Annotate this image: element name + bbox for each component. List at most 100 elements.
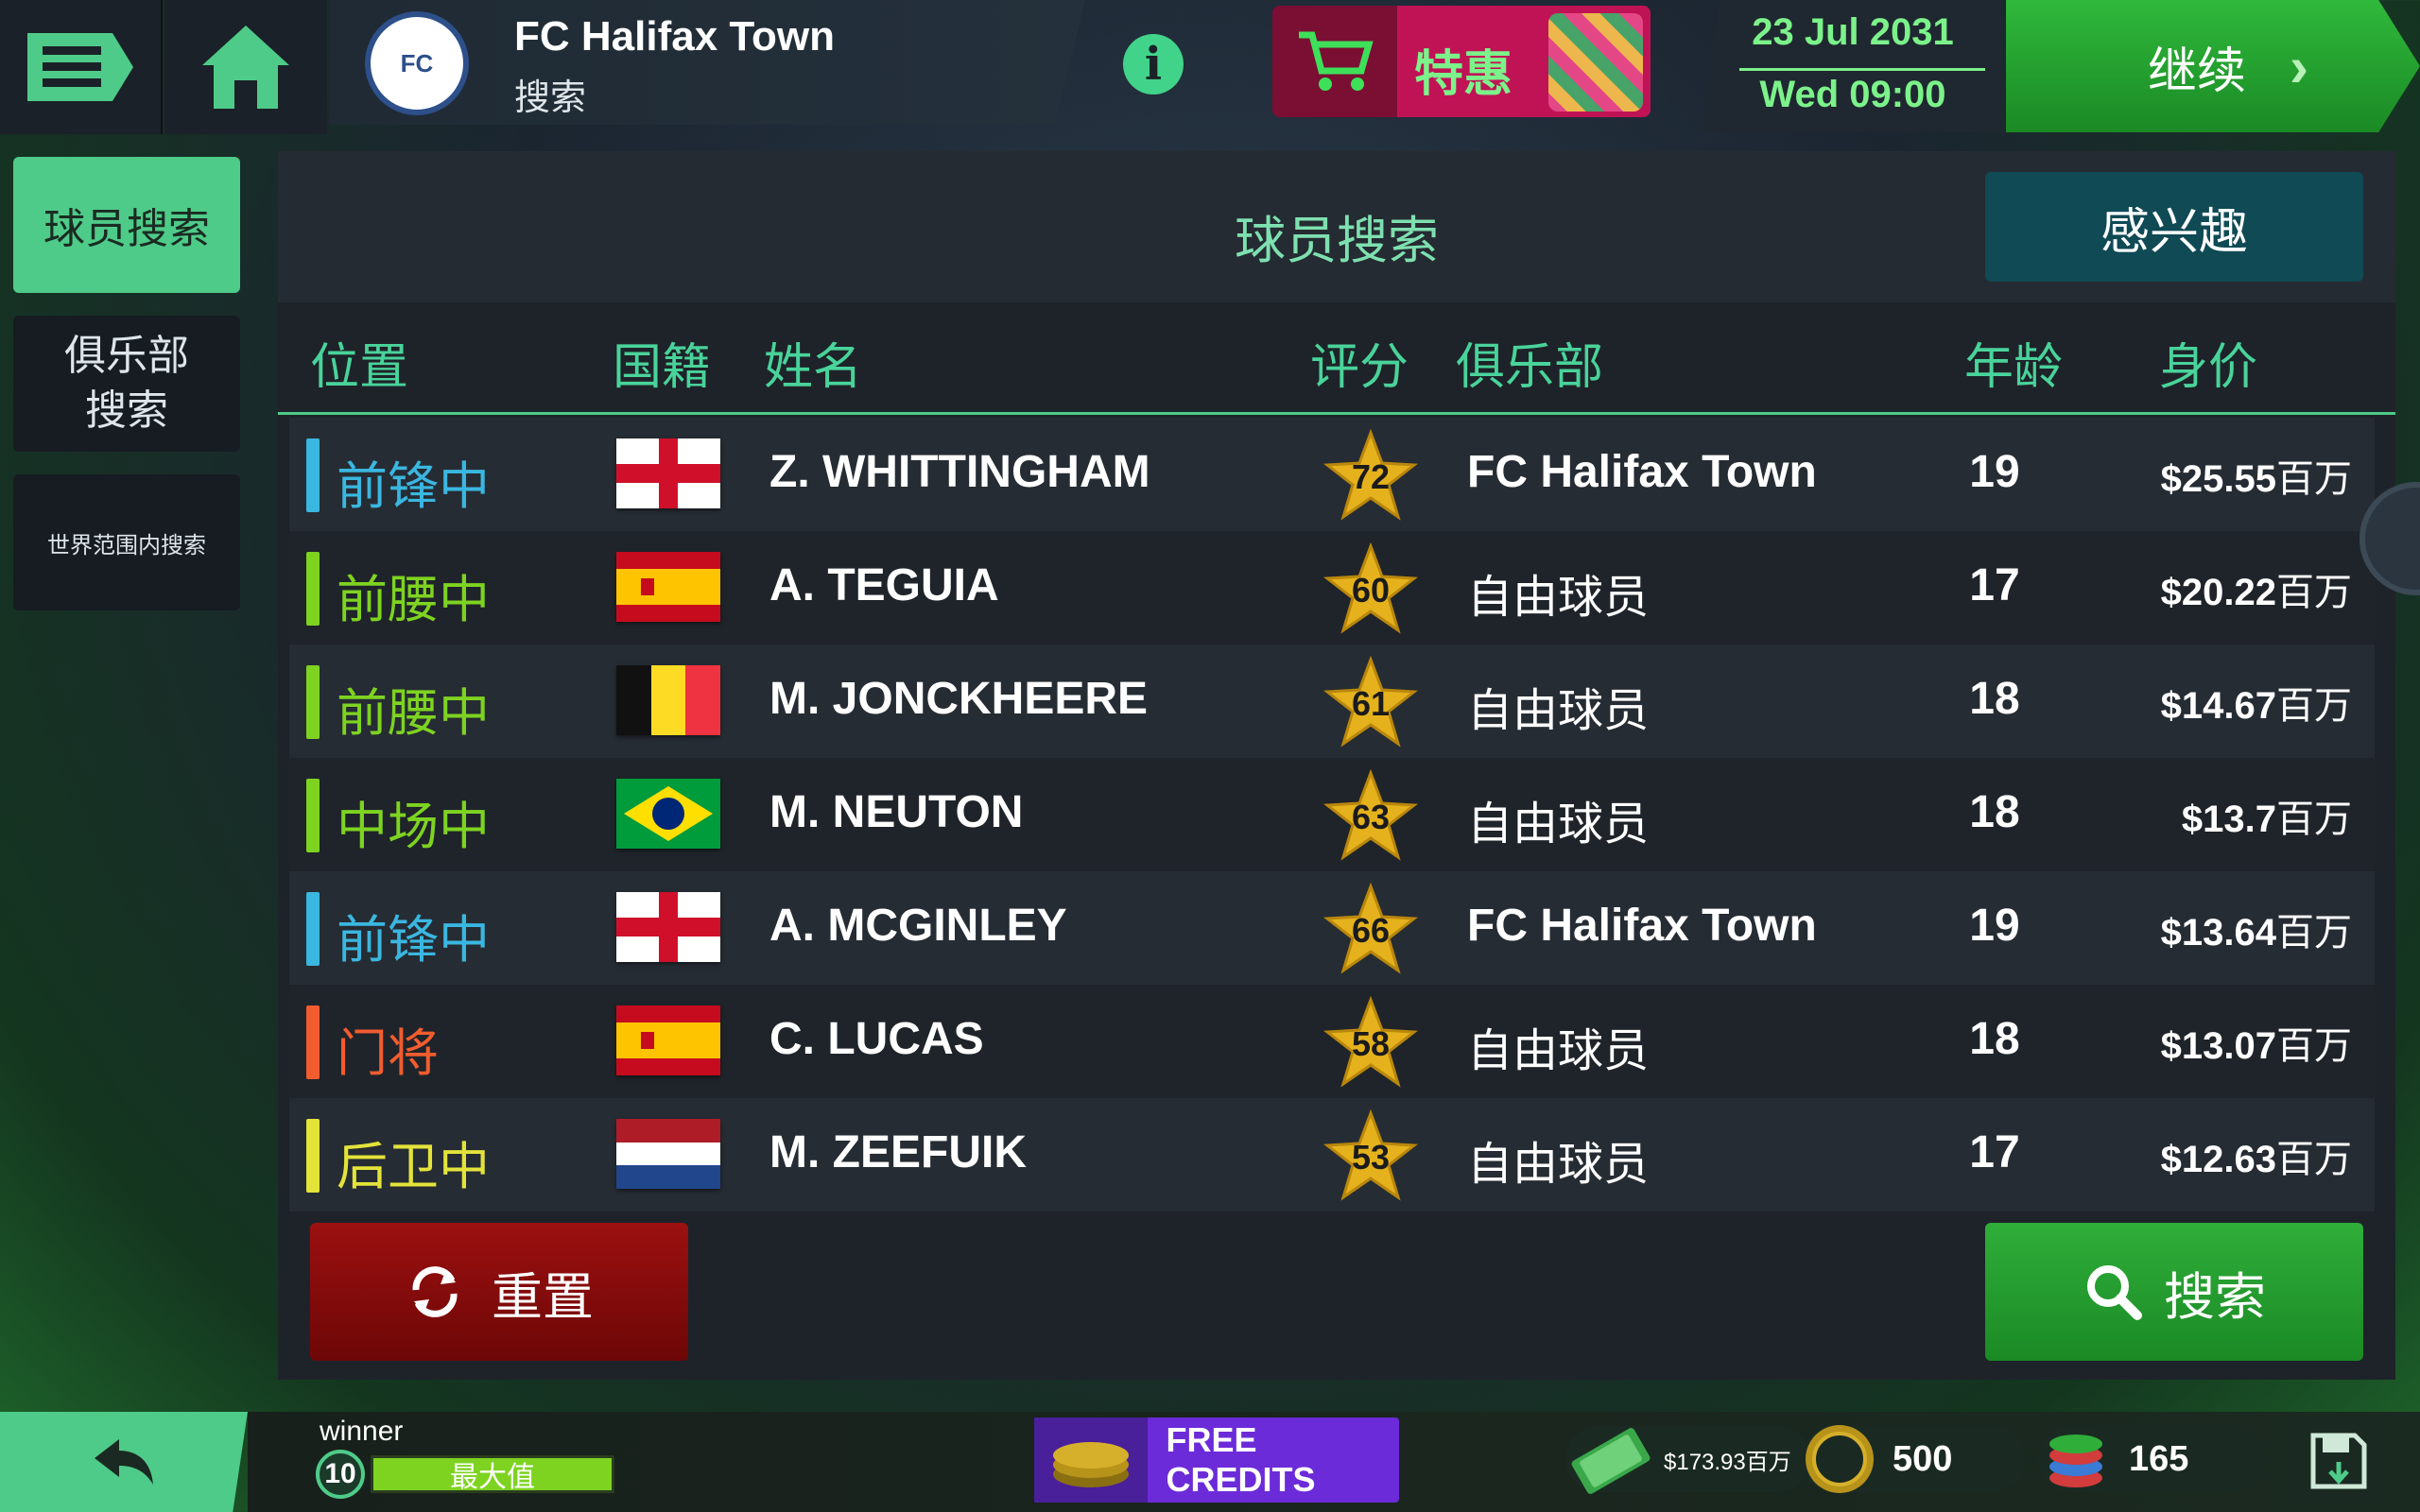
date-divider [1739,68,1985,71]
refresh-icon [412,1266,458,1317]
sidebar-item-label: 球员搜索 [43,206,210,252]
player-rating: 53 [1351,1138,1391,1177]
player-value: $20.22百万 [2161,561,2352,616]
screen-subtitle: 搜索 [514,78,587,118]
column-header-rating[interactable]: 评分 [1310,327,1409,398]
reset-label: 重置 [492,1268,594,1326]
search-icon [2087,1265,2142,1320]
player-name: A. TEGUIA [769,560,999,610]
top-bar: FC FC Halifax Town 搜索 i 特惠 23 Jul 2031 W… [0,0,2420,137]
gift-icon [1548,13,1643,112]
cart-icon [1272,6,1397,117]
coins-value: 500 [1893,1438,1953,1479]
value-amount: $12.63 [2160,1139,2276,1180]
rating-star-icon: 63 [1322,768,1419,864]
cash-icon [1571,1428,1651,1494]
player-row[interactable]: 中场中 M. NEUTON 63 自由球员 18 $13.7百万 [289,758,2375,871]
back-arrow-icon [95,1439,153,1485]
panel-header: 球员搜索 感兴趣 [278,151,2395,302]
home-button[interactable] [164,0,327,134]
value-amount: $25.55 [2160,458,2276,500]
player-row[interactable]: 前锋中 Z. WHITTINGHAM 72 FC Halifax Town 19 $25.… [289,418,2375,531]
position-color-bar [306,552,320,626]
column-header-club[interactable]: 俱乐部 [1456,327,1603,398]
england-flag-icon [616,438,720,508]
player-value: $13.07百万 [2161,1015,2352,1070]
sidebar-item-club-search[interactable]: 俱乐部 搜索 [13,316,240,452]
position-color-bar [306,438,320,512]
coin-stack-icon [1034,1418,1148,1503]
player-row[interactable]: 前锋中 A. MCGINLEY 66 FC Halifax Town 19 $13.64百… [289,871,2375,985]
club-header: FC FC Halifax Town 搜索 [329,0,1085,125]
player-row[interactable]: 前腰中 M. JONCKHEERE 61 自由球员 18 $14.67百万 [289,644,2375,758]
save-button[interactable] [2293,1418,2384,1504]
player-age: 18 [1969,1014,2020,1064]
club-logo-text: FC [400,48,434,77]
player-rating: 66 [1351,911,1391,950]
player-age: 18 [1969,787,2020,837]
player-name: M. JONCKHEERE [769,674,1149,724]
free-credits-button[interactable]: FREE CREDITS [1034,1418,1399,1503]
player-row[interactable]: 门将 C. LUCAS 58 自由球员 18 $13.07百万 [289,985,2375,1098]
rating-star-icon: 58 [1322,995,1419,1091]
manager-name: winner [320,1416,404,1447]
reset-button[interactable]: 重置 [310,1223,688,1361]
column-header-name[interactable]: 姓名 [764,327,862,398]
brazil-flag-icon [616,779,720,849]
club-name: FC Halifax Town [514,13,835,60]
info-button[interactable]: i [1123,34,1184,94]
player-position: 前锋中 [337,458,490,515]
value-unit: 百万 [2276,1139,2352,1180]
player-name: C. LUCAS [769,1014,984,1064]
level-badge: 10 [316,1450,365,1499]
position-color-bar [306,892,320,966]
back-button[interactable] [0,1412,248,1512]
england-flag-icon [616,892,720,962]
spain-flag-icon [616,1005,720,1075]
date-text: 23 Jul 2031 [1752,11,1954,53]
club-logo: FC [365,11,469,115]
player-position: 前锋中 [337,912,490,969]
rating-star-icon: 66 [1322,882,1419,977]
sidebar-item-label: 俱乐部 搜索 [64,333,189,434]
player-search-panel: 球员搜索 感兴趣 位置 国籍 姓名 评分 俱乐部 年龄 身价 前锋中 Z. WHI… [278,151,2395,1380]
rating-star-icon: 61 [1322,655,1419,750]
search-button[interactable]: 搜索 [1985,1223,2363,1361]
xp-bar: 最大值 [371,1455,614,1493]
player-name: M. NEUTON [769,787,1024,837]
sidebar-item-world-search[interactable]: 世界范围内搜索 [13,474,240,610]
value-unit: 百万 [2276,1025,2352,1067]
player-name: Z. WHITTINGHAM [769,447,1150,497]
menu-button[interactable] [0,0,163,134]
shortlist-button[interactable]: 感兴趣 [1985,172,2363,282]
continue-label: 继续 [2148,43,2247,99]
position-color-bar [306,665,320,739]
player-value: $25.55百万 [2161,448,2352,503]
sidebar-item-player-search[interactable]: 球员搜索 [13,157,240,293]
cash-balance[interactable]: $173.93百万 [1565,1421,1810,1497]
player-age: 18 [1969,674,2020,724]
search-label: 搜索 [2164,1268,2266,1326]
coins-balance[interactable]: 500 [1802,1421,2025,1497]
player-age: 17 [1969,1127,2020,1177]
chips-value: 165 [2129,1438,2189,1479]
player-row[interactable]: 后卫中 M. ZEEFUIK 53 自由球员 17 $12.63百万 [289,1098,2375,1211]
rating-star-icon: 72 [1322,428,1419,524]
value-amount: $13.07 [2160,1025,2276,1067]
chips-icon [2049,1435,2102,1487]
column-header-value[interactable]: 身价 [2159,327,2257,398]
player-row[interactable]: 前腰中 A. TEGUIA 60 自由球员 17 $20.22百万 [289,531,2375,644]
column-header-position[interactable]: 位置 [310,327,408,398]
chips-balance[interactable]: 165 [2038,1421,2265,1497]
player-age: 17 [1969,560,2020,610]
position-color-bar [306,1119,320,1193]
value-unit: 百万 [2276,458,2352,500]
continue-button[interactable]: 继续 › [2006,0,2420,132]
player-value: $14.67百万 [2161,675,2352,730]
column-header-age[interactable]: 年龄 [1964,327,2063,398]
chevron-right-icon: › [2290,35,2308,98]
column-header-nationality[interactable]: 国籍 [613,327,711,398]
player-name: M. ZEEFUIK [769,1127,1027,1177]
deals-button[interactable]: 特惠 [1272,6,1651,117]
player-rating: 58 [1351,1024,1391,1063]
